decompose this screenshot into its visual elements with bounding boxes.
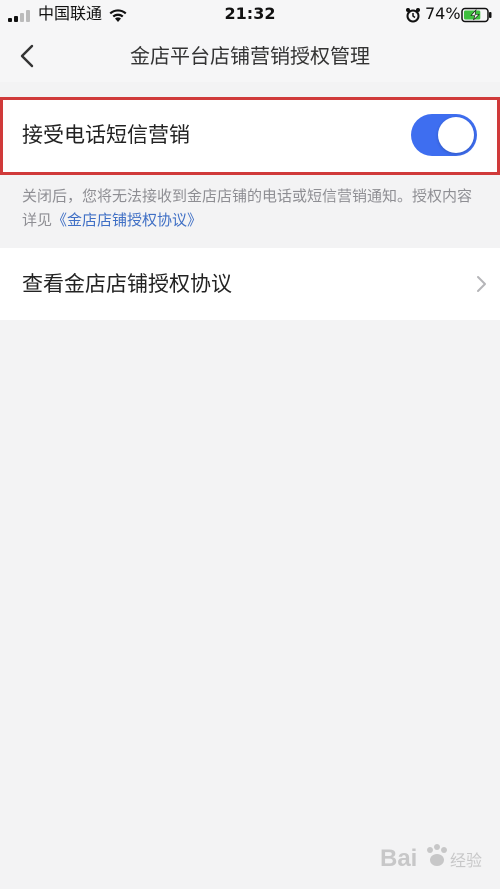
marketing-toggle-label: 接受电话短信营销	[22, 123, 190, 147]
nav-bar: 金店平台店铺营销授权管理	[0, 30, 500, 82]
baidu-paw-icon	[427, 844, 447, 866]
toggle-knob	[438, 117, 474, 153]
marketing-toggle-switch[interactable]	[411, 114, 477, 156]
status-bar: 中国联通 21:32 74%	[0, 0, 500, 30]
chevron-right-icon	[477, 276, 486, 292]
back-chevron-icon	[20, 44, 34, 68]
baidu-watermark: Bai 经验	[380, 836, 492, 880]
page-title: 金店平台店铺营销授权管理	[130, 44, 370, 68]
marketing-toggle-row: 接受电话短信营销	[0, 97, 500, 175]
watermark-text: Bai	[380, 845, 417, 872]
view-agreement-label: 查看金店店铺授权协议	[22, 272, 232, 296]
watermark-text-2: 经验	[450, 851, 482, 870]
alarm-icon	[405, 7, 421, 23]
back-button[interactable]	[10, 38, 46, 74]
battery-percent: 74%	[425, 4, 461, 23]
description-text: 关闭后，您将无法接收到金店店铺的电话或短信营销通知。授权内容详见《金店店铺授权协…	[22, 184, 478, 232]
battery-charging-icon	[461, 7, 493, 23]
agreement-link[interactable]: 《金店店铺授权协议》	[52, 211, 202, 229]
view-agreement-row[interactable]: 查看金店店铺授权协议	[0, 248, 500, 320]
